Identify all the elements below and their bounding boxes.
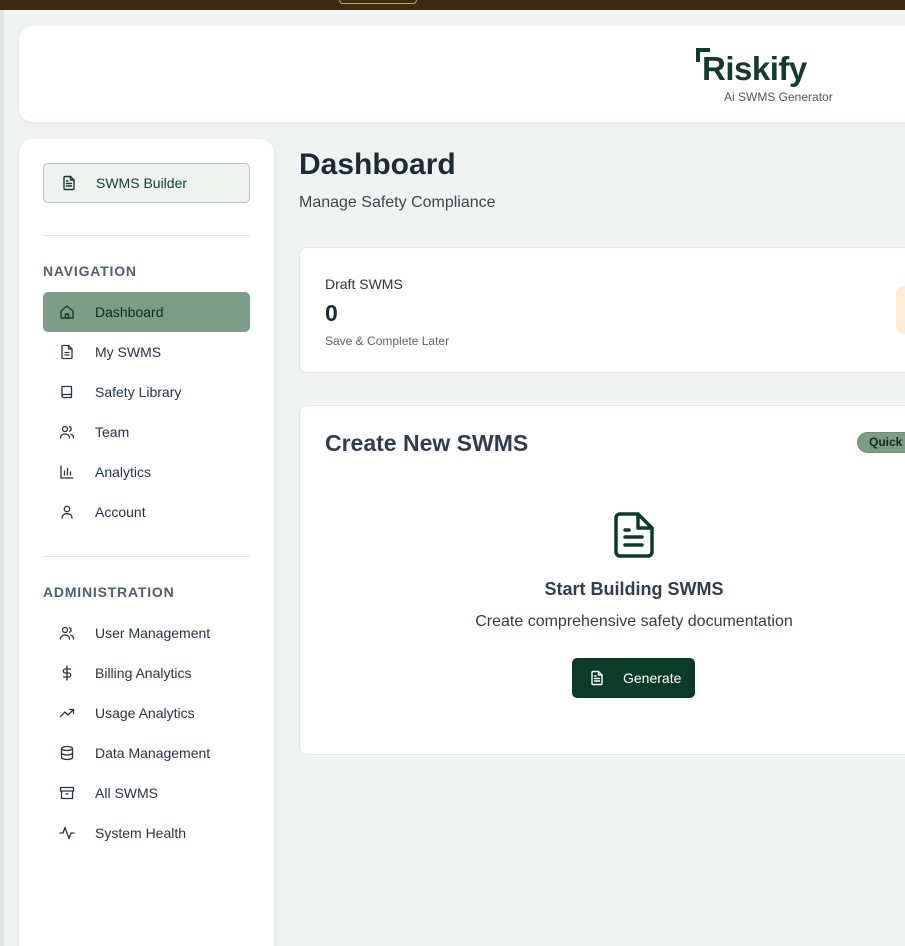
sidebar-divider [43, 556, 250, 557]
page-title: Dashboard [299, 148, 456, 181]
sidebar-item-label: System Health [95, 825, 187, 841]
home-icon [59, 304, 75, 320]
left-edge [0, 10, 4, 946]
sidebar-item-account[interactable]: Account [43, 492, 250, 532]
stat-label: Draft SWMS [325, 276, 403, 292]
swms-builder-label: SWMS Builder [96, 175, 188, 191]
sidebar-item-label: Safety Library [95, 384, 182, 400]
dollar-icon [59, 665, 75, 681]
sidebar-item-label: Team [95, 424, 130, 440]
administration-heading: ADMINISTRATION [43, 584, 175, 600]
sidebar-item-label: Billing Analytics [95, 665, 192, 681]
stat-value: 0 [325, 300, 338, 326]
sidebar-item-billing-analytics[interactable]: Billing Analytics [43, 653, 250, 693]
sidebar-item-label: Usage Analytics [95, 705, 195, 721]
activity-icon [59, 825, 75, 841]
start-building-subtitle: Create comprehensive safety documentatio… [475, 613, 793, 630]
start-building-title: Start Building SWMS [544, 579, 724, 599]
sidebar-item-my-swms[interactable]: My SWMS [43, 332, 250, 372]
user-icon [59, 504, 75, 520]
create-card-title: Create New SWMS [325, 430, 529, 456]
sidebar-item-label: All SWMS [95, 785, 158, 801]
sidebar-divider [43, 235, 250, 236]
navigation-heading: NAVIGATION [43, 263, 137, 279]
file-text-icon [589, 670, 605, 686]
bar-chart-icon [59, 464, 75, 480]
sidebar: SWMS Builder NAVIGATION Dashboard My SWM… [19, 139, 274, 946]
database-icon [59, 745, 75, 761]
generate-button[interactable]: Generate [572, 658, 695, 698]
sidebar-item-all-swms[interactable]: All SWMS [43, 773, 250, 813]
sidebar-item-label: Account [95, 504, 146, 520]
trending-up-icon [59, 705, 75, 721]
quick-badge: Quick [857, 432, 905, 453]
sidebar-item-label: Data Management [95, 745, 211, 761]
file-icon [59, 344, 75, 360]
sidebar-item-data-management[interactable]: Data Management [43, 733, 250, 773]
sidebar-item-safety-library[interactable]: Safety Library [43, 372, 250, 412]
stat-icon-chip [896, 286, 905, 334]
sidebar-item-system-health[interactable]: System Health [43, 813, 250, 853]
sidebar-item-dashboard[interactable]: Dashboard [43, 292, 250, 332]
create-swms-card: Create New SWMS Quick Start Building SWM… [299, 405, 905, 755]
swms-builder-button[interactable]: SWMS Builder [43, 163, 250, 203]
archive-icon [59, 785, 75, 801]
sidebar-item-user-management[interactable]: User Management [43, 613, 250, 653]
sidebar-item-label: Dashboard [95, 304, 164, 320]
draft-swms-card[interactable]: Draft SWMS 0 Save & Complete Later [299, 247, 905, 373]
sidebar-item-label: Analytics [95, 464, 152, 480]
sidebar-item-label: User Management [95, 625, 211, 641]
stat-note: Save & Complete Later [325, 334, 450, 348]
page-subtitle: Manage Safety Compliance [299, 194, 496, 211]
users-icon [59, 424, 75, 440]
users-icon [59, 625, 75, 641]
book-icon [59, 384, 75, 400]
sidebar-item-analytics[interactable]: Analytics [43, 452, 250, 492]
document-icon [613, 512, 655, 558]
sidebar-item-label: My SWMS [95, 344, 162, 360]
sidebar-item-usage-analytics[interactable]: Usage Analytics [43, 693, 250, 733]
file-text-icon [61, 175, 77, 191]
main-content: Dashboard Manage Safety Compliance Draft… [299, 0, 905, 946]
generate-button-label: Generate [623, 670, 682, 686]
sidebar-item-team[interactable]: Team [43, 412, 250, 452]
